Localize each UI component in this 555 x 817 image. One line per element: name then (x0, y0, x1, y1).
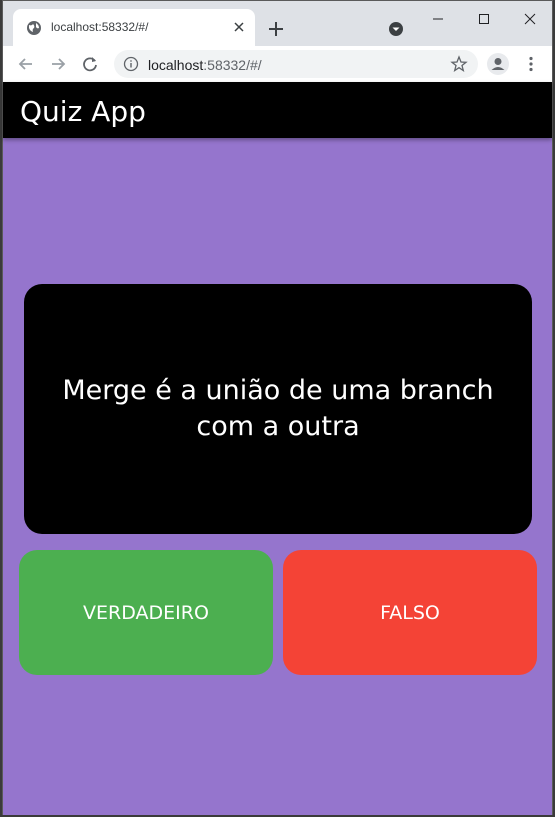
address-bar[interactable]: localhost:58332/#/ (114, 50, 478, 78)
browser-tab[interactable]: localhost:58332/#/ (13, 9, 255, 46)
tab-search-icon[interactable] (387, 20, 405, 38)
false-button-label: FALSO (380, 601, 440, 624)
false-button[interactable]: FALSO (283, 550, 537, 675)
question-text: Merge é a união de uma branch com a outr… (62, 375, 494, 442)
tab-title: localhost:58332/#/ (51, 20, 149, 34)
close-tab-icon[interactable] (230, 18, 248, 36)
url-host: localhost (148, 57, 204, 73)
app-title: Quiz App (20, 95, 146, 128)
browser-toolbar: localhost:58332/#/ (3, 46, 552, 82)
true-button-label: VERDADEIRO (83, 601, 209, 624)
back-arrow-icon[interactable] (16, 54, 36, 74)
app-bar: Quiz App (3, 82, 552, 138)
browser-window: localhost:58332/#/ localhost:58332/#/ Qu… (2, 0, 553, 815)
reload-icon[interactable] (80, 54, 100, 74)
true-button[interactable]: VERDADEIRO (19, 550, 273, 675)
info-icon[interactable] (123, 56, 139, 72)
url-text: localhost:58332/#/ (148, 57, 262, 73)
question-card: Merge é a união de uma branch com a outr… (24, 284, 532, 534)
maximize-icon[interactable] (474, 9, 494, 29)
profile-avatar[interactable] (487, 53, 509, 75)
quiz-app: Quiz App Merge é a união de uma branch c… (3, 82, 552, 815)
close-window-icon[interactable] (520, 9, 540, 29)
forward-arrow-icon[interactable] (48, 54, 68, 74)
url-path: :58332/#/ (203, 57, 262, 73)
more-menu-icon[interactable] (521, 54, 541, 74)
minimize-icon[interactable] (428, 9, 448, 29)
person-icon (491, 58, 505, 70)
bookmark-star-icon[interactable] (450, 55, 468, 73)
globe-icon (27, 21, 41, 35)
new-tab-icon[interactable] (265, 18, 287, 40)
tab-strip: localhost:58332/#/ (3, 1, 552, 46)
